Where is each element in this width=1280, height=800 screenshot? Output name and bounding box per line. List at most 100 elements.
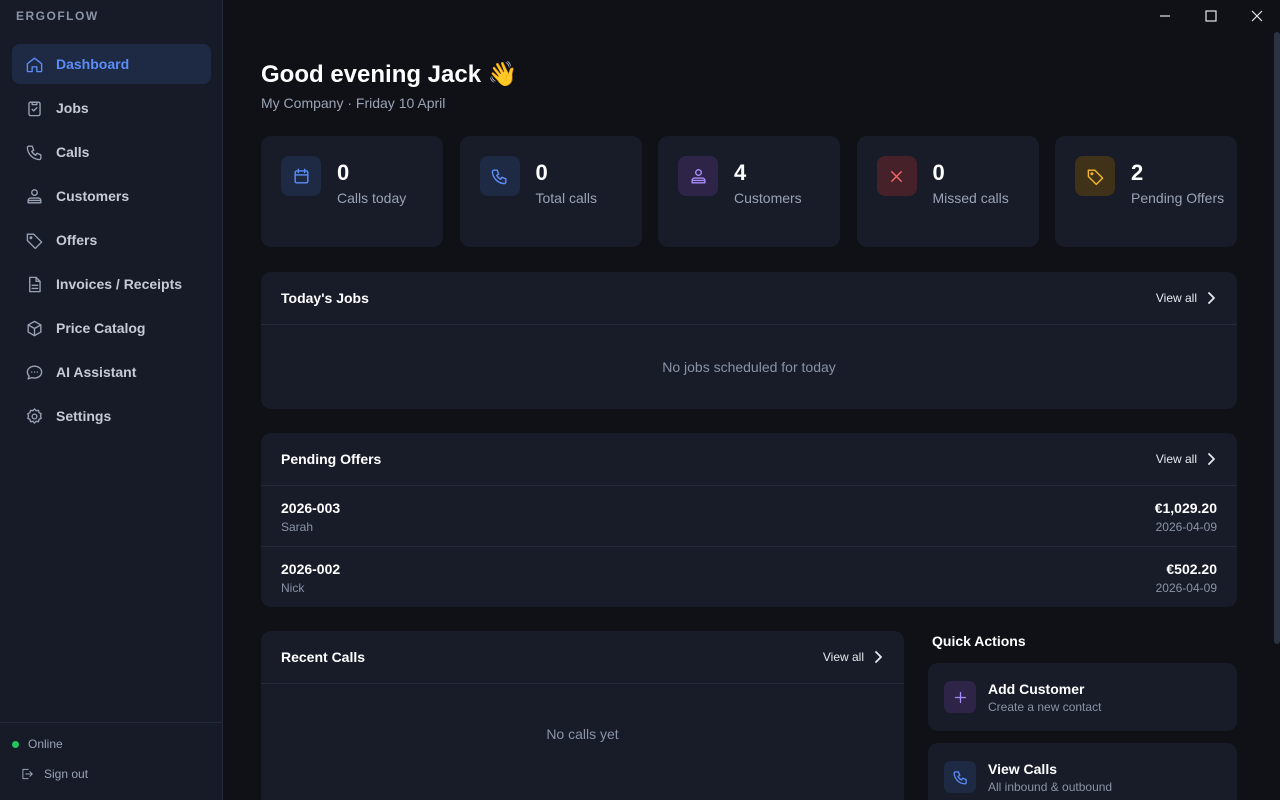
document-icon	[24, 274, 44, 294]
chat-icon	[24, 362, 44, 382]
phone-icon	[944, 761, 976, 793]
offer-amount: €502.20	[1166, 561, 1217, 577]
users-icon	[678, 156, 718, 196]
stat-label: Total calls	[535, 190, 597, 206]
stat-card-calls-today[interactable]: 0 Calls today	[261, 136, 443, 247]
sidebar-item-label: Calls	[56, 144, 90, 160]
view-all-label: View all	[1155, 291, 1197, 305]
sidebar-item-label: Price Catalog	[56, 320, 146, 336]
app-brand: ERGOFLOW	[16, 9, 99, 23]
recent-calls-card: Recent Calls View all No calls yet	[261, 631, 904, 800]
card-header: Today's Jobs View all	[261, 272, 1237, 325]
users-icon	[24, 186, 44, 206]
home-icon	[24, 54, 44, 74]
view-all-label: View all	[822, 650, 864, 664]
chevron-right-icon	[1208, 453, 1215, 465]
stat-card-pending-offers[interactable]: 2 Pending Offers	[1055, 136, 1237, 247]
stat-label: Customers	[734, 190, 802, 206]
sidebar-item-price-catalog[interactable]: Price Catalog	[12, 308, 211, 348]
main-content: Good evening Jack 👋 My Company · Friday …	[224, 0, 1280, 800]
page-subtitle: My Company · Friday 10 April	[261, 95, 446, 111]
stat-value: 0	[932, 160, 945, 185]
stat-label: Pending Offers	[1131, 190, 1225, 206]
quick-action-title: View Calls	[988, 761, 1058, 777]
sidebar-item-invoices[interactable]: Invoices / Receipts	[12, 264, 211, 304]
plus-icon	[944, 681, 976, 713]
view-all-calls-link[interactable]: View all	[823, 650, 884, 664]
sidebar-item-dashboard[interactable]: Dashboard	[12, 44, 211, 84]
quick-actions-title: Quick Actions	[932, 633, 1026, 649]
quick-action-title: Add Customer	[988, 681, 1085, 697]
card-title: Today's Jobs	[281, 290, 369, 306]
view-all-label: View all	[1155, 452, 1197, 466]
sign-out-label: Sign out	[44, 767, 89, 781]
stat-card-total-calls[interactable]: 0 Total calls	[459, 136, 642, 247]
stat-value: 0	[337, 160, 350, 185]
sign-out-icon	[22, 768, 33, 780]
sidebar-item-jobs[interactable]: Jobs	[12, 88, 211, 128]
sidebar-footer: Online Sign out	[0, 722, 222, 800]
sidebar-item-settings[interactable]: Settings	[12, 396, 211, 436]
phone-icon	[24, 142, 44, 162]
stat-card-customers[interactable]: 4 Customers	[658, 136, 840, 247]
offer-number: 2026-003	[281, 500, 341, 516]
view-all-jobs-link[interactable]: View all	[1156, 291, 1217, 305]
sidebar-item-ai-assistant[interactable]: AI Assistant	[12, 352, 211, 392]
tag-icon	[1075, 156, 1115, 196]
box-icon	[24, 318, 44, 338]
todays-jobs-card: Today's Jobs View all No jobs scheduled …	[261, 272, 1237, 409]
pending-offers-card: Pending Offers View all 2026-003 Sarah €…	[261, 433, 1237, 607]
sidebar-nav: Dashboard Jobs Calls Customers Offers In…	[12, 44, 211, 440]
stat-card-missed-calls[interactable]: 0 Missed calls	[856, 136, 1039, 247]
stat-label: Missed calls	[932, 190, 1009, 206]
clipboard-icon	[24, 98, 44, 118]
add-customer-button[interactable]: Add Customer Create a new contact	[928, 663, 1237, 731]
sidebar-item-customers[interactable]: Customers	[12, 176, 211, 216]
scrollbar[interactable]	[1274, 32, 1280, 644]
stat-value: 0	[535, 160, 548, 185]
quick-action-subtitle: Create a new contact	[988, 700, 1102, 714]
sidebar-item-offers[interactable]: Offers	[12, 220, 211, 260]
offer-number: 2026-002	[281, 561, 341, 577]
phone-icon	[479, 156, 520, 196]
sidebar: ERGOFLOW Dashboard Jobs Calls Customers …	[0, 0, 223, 800]
sidebar-item-label: Settings	[56, 408, 112, 424]
offer-date: 2026-04-09	[1155, 581, 1217, 595]
chevron-right-icon	[875, 651, 882, 663]
calendar-icon	[281, 156, 321, 196]
card-title: Pending Offers	[281, 451, 382, 467]
offer-customer: Nick	[281, 581, 305, 595]
sidebar-item-label: AI Assistant	[56, 364, 137, 380]
view-all-offers-link[interactable]: View all	[1156, 452, 1217, 466]
chevron-right-icon	[1208, 292, 1215, 304]
stats-row: 0 Calls today 0 Total calls 4 Customers …	[261, 136, 1237, 247]
status-dot-icon	[12, 740, 19, 748]
sidebar-item-calls[interactable]: Calls	[12, 132, 211, 172]
card-header: Pending Offers View all	[261, 433, 1237, 486]
offer-date: 2026-04-09	[1155, 520, 1217, 534]
sidebar-item-label: Offers	[56, 232, 98, 248]
connection-status: Online	[12, 737, 63, 751]
empty-state: No calls yet	[546, 726, 619, 742]
stat-label: Calls today	[337, 190, 407, 206]
sidebar-item-label: Invoices / Receipts	[56, 276, 183, 292]
stat-value: 4	[734, 160, 747, 185]
status-label: Online	[28, 737, 63, 751]
close-icon	[876, 156, 917, 196]
offer-customer: Sarah	[281, 520, 314, 534]
gear-icon	[24, 406, 44, 426]
sidebar-item-label: Dashboard	[56, 56, 130, 72]
view-calls-button[interactable]: View Calls All inbound & outbound	[928, 743, 1237, 800]
offer-row[interactable]: 2026-003 Sarah €1,029.20 2026-04-09	[261, 486, 1237, 547]
sidebar-item-label: Jobs	[56, 100, 89, 116]
card-title: Recent Calls	[281, 649, 366, 665]
offer-row[interactable]: 2026-002 Nick €502.20 2026-04-09	[261, 547, 1237, 607]
sidebar-item-label: Customers	[56, 188, 130, 204]
card-header: Recent Calls View all	[261, 631, 904, 684]
sign-out-button[interactable]: Sign out	[20, 767, 88, 781]
empty-state: No jobs scheduled for today	[662, 359, 836, 375]
page-title: Good evening Jack 👋	[261, 61, 518, 88]
offer-amount: €1,029.20	[1154, 500, 1217, 516]
stat-value: 2	[1131, 160, 1144, 185]
quick-action-subtitle: All inbound & outbound	[988, 780, 1113, 794]
